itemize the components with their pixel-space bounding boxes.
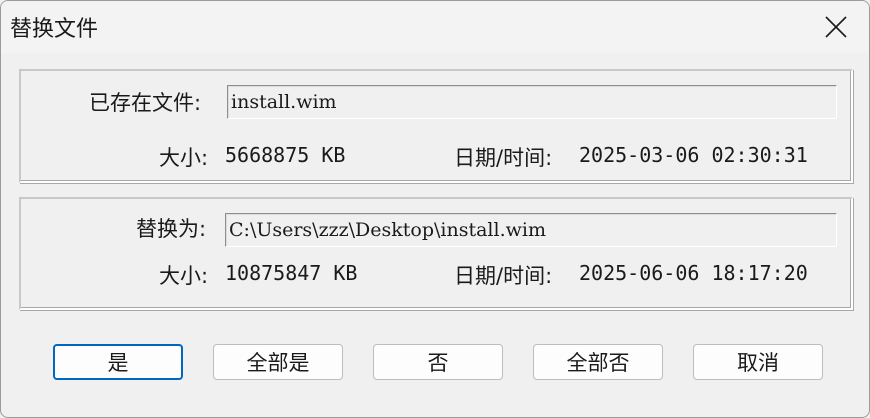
existing-file-label: 已存在文件: bbox=[89, 91, 202, 115]
dialog-title: 替换文件 bbox=[10, 17, 99, 42]
yes-to-all-button[interactable]: 全部是 bbox=[213, 344, 343, 380]
replacement-file-field[interactable]: C:\Users\zzz\Desktop\install.wim bbox=[225, 213, 837, 247]
no-to-all-button[interactable]: 全部否 bbox=[533, 344, 663, 380]
existing-size-value: 5668875 KB bbox=[225, 143, 346, 167]
replacement-date-label: 日期/时间: bbox=[454, 264, 553, 288]
close-icon bbox=[825, 16, 847, 38]
replace-file-dialog: 替换文件 已存在文件: install.wim 大小: 5668875 KB 日… bbox=[0, 0, 870, 418]
cancel-button[interactable]: 取消 bbox=[693, 344, 823, 380]
yes-button[interactable]: 是 bbox=[53, 344, 183, 380]
no-button[interactable]: 否 bbox=[373, 344, 503, 380]
existing-file-field[interactable]: install.wim bbox=[227, 85, 837, 119]
existing-date-label: 日期/时间: bbox=[454, 146, 553, 170]
replacement-size-label: 大小: bbox=[159, 264, 209, 288]
replacement-file-label: 替换为: bbox=[136, 217, 207, 241]
existing-size-label: 大小: bbox=[159, 146, 209, 170]
close-button[interactable] bbox=[803, 1, 869, 53]
title-bar: 替换文件 bbox=[1, 1, 869, 53]
existing-date-value: 2025-03-06 02:30:31 bbox=[579, 143, 808, 167]
replacement-date-value: 2025-06-06 18:17:20 bbox=[579, 261, 808, 285]
replacement-size-value: 10875847 KB bbox=[225, 261, 358, 285]
